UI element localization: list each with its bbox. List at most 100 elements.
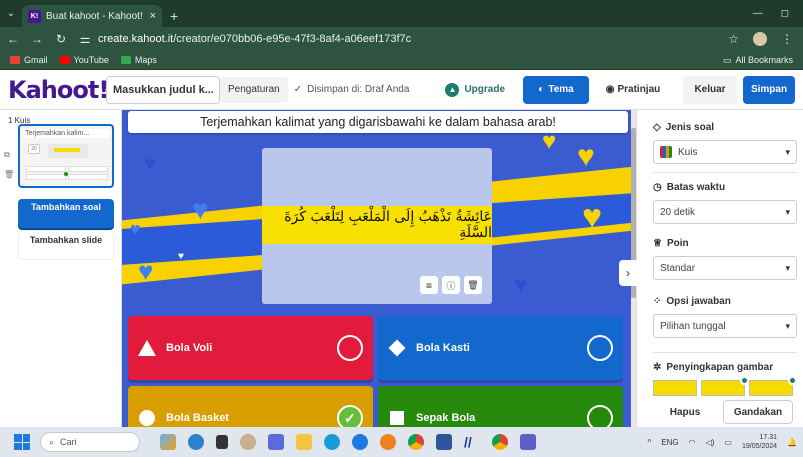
answer-options-select[interactable]: Pilihan tunggal ▾ [653, 314, 797, 338]
clock[interactable]: 17.31 19/05/2024 [742, 433, 777, 451]
minimize-icon[interactable]: — [753, 8, 763, 19]
teams-icon[interactable] [520, 434, 536, 450]
question-type-section: ◇ Jenis soal Kuis ▾ [653, 122, 797, 164]
file-explorer-icon[interactable] [296, 434, 312, 450]
answer-option-4[interactable]: Sepak Bola [378, 386, 623, 427]
correct-toggle[interactable] [587, 335, 613, 361]
upgrade-button[interactable]: ▲ Upgrade [445, 82, 505, 97]
heart-icon: ♥ [138, 256, 154, 286]
chevron-down-icon: ▾ [785, 206, 790, 217]
battery-icon[interactable]: ▭ [724, 438, 732, 447]
windows-start-icon[interactable] [14, 434, 30, 450]
taskbar-search[interactable]: ⌕ Cari [40, 432, 140, 452]
app-icon[interactable] [268, 434, 284, 450]
question-type-select[interactable]: Kuis ▾ [653, 140, 797, 164]
word-icon[interactable] [436, 434, 452, 450]
question-image[interactable]: عَائِشَةُ تَذْهَبُ إِلَى الْمَلْعَبِ لِت… [262, 148, 492, 304]
exit-button[interactable]: Keluar [683, 75, 737, 104]
creator-header: Kahoot! Masukkan judul k... Pengaturan ✓… [0, 70, 803, 110]
save-button[interactable]: Simpan [743, 75, 795, 104]
app-icon[interactable]: // [464, 434, 480, 450]
add-question-button[interactable]: Tambahkan soal [18, 199, 114, 228]
bookmark-maps[interactable]: Maps [120, 55, 157, 65]
wifi-icon[interactable]: ◠ [689, 438, 696, 447]
slide-thumbnail[interactable]: Terjemahkan kalim... 20 [18, 124, 114, 188]
bookmark-youtube[interactable]: YouTube [59, 55, 109, 65]
tray-expand-icon[interactable]: ^ [648, 438, 652, 447]
url-path: /creator/e070bb06-e95e-47f3-8af4-a06eef1… [173, 33, 412, 45]
tab-search-icon[interactable]: ⌄ [0, 0, 22, 27]
info-icon[interactable]: ⓘ [442, 276, 460, 294]
reveal-option[interactable] [701, 376, 749, 396]
answer-option-1[interactable]: Bola Voli [128, 316, 373, 380]
notification-icon[interactable]: 🔔 [787, 438, 797, 447]
image-reveal-options[interactable] [653, 376, 797, 396]
bookmarks-bar: Gmail YouTube Maps ▭ All Bookmarks [0, 51, 803, 70]
add-slide-button[interactable]: Tambahkan slide [18, 230, 114, 260]
trash-icon[interactable]: 🗑 [464, 276, 482, 294]
heart-icon: ♥ [130, 219, 141, 239]
delete-slide-icon[interactable]: 🗑 [4, 170, 14, 179]
back-icon[interactable]: ← [6, 32, 20, 46]
gmail-icon [10, 56, 20, 64]
volume-icon[interactable]: ◁) [706, 438, 715, 447]
theme-button[interactable]: ◐ Tema [523, 75, 589, 104]
more-menu-icon[interactable]: ⋮ [781, 32, 793, 46]
all-bookmarks[interactable]: ▭ All Bookmarks [723, 55, 793, 66]
profile-avatar[interactable] [753, 32, 767, 46]
points-select[interactable]: Standar ▾ [653, 256, 797, 280]
browser-tab-bar: ⌄ K! Buat kahoot - Kahoot! × + — ◻ [0, 0, 803, 27]
address-bar[interactable]: ⚌ create.kahoot.it/creator/e070bb06-e95e… [78, 30, 718, 48]
divider [653, 352, 797, 353]
edge-icon[interactable] [324, 434, 340, 450]
chrome-icon[interactable] [408, 434, 424, 450]
app-icon[interactable] [352, 434, 368, 450]
thumbnail-timer: 20 [28, 144, 40, 154]
duplicate-button[interactable]: Gandakan [723, 400, 793, 424]
time-limit-select[interactable]: 20 detik ▾ [653, 200, 797, 224]
browser-tab[interactable]: K! Buat kahoot - Kahoot! × [22, 5, 162, 27]
app-icon[interactable] [188, 434, 204, 450]
reveal-option[interactable] [749, 376, 797, 396]
forward-icon[interactable]: → [30, 32, 44, 46]
answer-option-2[interactable]: Bola Kasti [378, 316, 623, 380]
heart-icon: ♥ [144, 153, 156, 175]
heart-icon: ♥ [542, 128, 557, 155]
upgrade-icon: ▲ [445, 82, 460, 97]
correct-toggle[interactable]: ✓ [337, 405, 363, 427]
settings-button[interactable]: Pengaturan [220, 76, 288, 103]
restore-icon[interactable]: ◻ [781, 8, 789, 19]
correct-toggle[interactable] [587, 405, 613, 427]
new-tab-icon[interactable]: + [170, 8, 178, 24]
site-settings-icon[interactable]: ⚌ [78, 32, 92, 46]
close-icon[interactable]: × [150, 10, 156, 22]
browser-nav-bar: ← → ↻ ⚌ create.kahoot.it/creator/e070bb0… [0, 27, 803, 51]
thumbnail-question: Terjemahkan kalim... [23, 129, 109, 138]
language-indicator[interactable]: ENG [661, 438, 678, 447]
app-icon[interactable] [240, 434, 256, 450]
slide-list-panel: 1 Kuis ⧉ 🗑 Terjemahkan kalim... 20 Tamba… [0, 110, 122, 427]
heart-icon: ♥ [582, 198, 603, 236]
bookmark-star-icon[interactable]: ☆ [728, 32, 739, 46]
kahoot-logo[interactable]: Kahoot! [8, 76, 109, 104]
reload-icon[interactable]: ↻ [54, 32, 68, 46]
reveal-option[interactable] [653, 380, 697, 396]
square-icon [388, 409, 406, 427]
answer-option-3[interactable]: Bola Basket ✓ [128, 386, 373, 427]
delete-button[interactable]: Hapus [653, 400, 717, 424]
question-input[interactable]: Terjemahkan kalimat yang digarisbawahi k… [128, 111, 628, 133]
correct-toggle[interactable] [337, 335, 363, 361]
kahoot-favicon-icon: K! [28, 9, 41, 23]
chrome-icon[interactable] [492, 434, 508, 450]
widgets-icon[interactable] [160, 434, 176, 450]
duplicate-slide-icon[interactable]: ⧉ [4, 150, 14, 160]
crop-image-icon[interactable]: ⧈ [420, 276, 438, 294]
kahoot-title-input[interactable]: Masukkan judul k... [106, 75, 220, 104]
chevron-down-icon: ▾ [785, 146, 790, 157]
firefox-icon[interactable] [380, 434, 396, 450]
preview-button[interactable]: ◉ Pratinjau [599, 75, 667, 104]
clock-icon: ◷ [653, 182, 662, 193]
task-view-icon[interactable] [216, 435, 228, 449]
bookmark-gmail[interactable]: Gmail [10, 55, 48, 65]
collapse-panel-icon[interactable]: › [619, 260, 637, 286]
